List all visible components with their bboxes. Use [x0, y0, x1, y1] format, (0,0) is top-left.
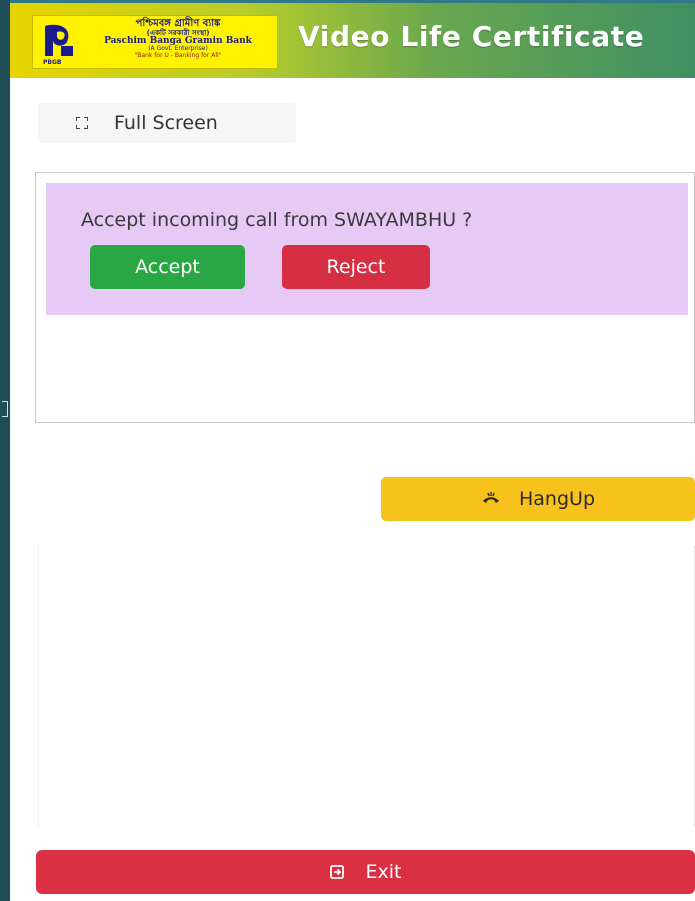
logo-bengali-name: পশ্চিমবঙ্গ গ্রামীণ ব্যাঙ্ক — [135, 18, 221, 29]
logo-text-block: পশ্চিমবঙ্গ গ্রামীণ ব্যাঙ্ক (একটি সরকারী … — [83, 18, 273, 59]
expand-icon — [76, 117, 88, 129]
page-title: Video Life Certificate — [298, 20, 645, 53]
incoming-call-panel: Accept incoming call from SWAYAMBHU ? Ac… — [35, 172, 695, 423]
incoming-call-alert: Accept incoming call from SWAYAMBHU ? Ac… — [46, 183, 688, 315]
logo-mark-text: PBGB — [43, 59, 62, 66]
hangup-label: HangUp — [519, 488, 595, 510]
exit-label: Exit — [365, 861, 402, 883]
incoming-call-prompt: Accept incoming call from SWAYAMBHU ? — [81, 209, 473, 231]
video-stream-area — [38, 545, 695, 827]
hangup-button[interactable]: HangUp — [381, 477, 695, 521]
app-header: PBGB পশ্চিমবঙ্গ গ্রামীণ ব্যাঙ্ক (একটি সর… — [10, 0, 695, 78]
logo-tagline: "Bank for U - Banking for All" — [134, 51, 222, 59]
collapse-handle-icon[interactable] — [2, 401, 8, 417]
fullscreen-label: Full Screen — [114, 112, 218, 134]
accept-label: Accept — [135, 256, 200, 278]
accept-call-button[interactable]: Accept — [90, 245, 245, 289]
exit-button[interactable]: Exit — [36, 850, 695, 894]
left-edge-bar — [0, 0, 10, 901]
phone-hangup-icon — [483, 492, 499, 503]
fullscreen-button[interactable]: Full Screen — [38, 103, 296, 143]
reject-label: Reject — [326, 256, 386, 278]
exit-icon — [329, 865, 344, 879]
reject-call-button[interactable]: Reject — [282, 245, 430, 289]
bank-logo: PBGB পশ্চিমবঙ্গ গ্রামীণ ব্যাঙ্ক (একটি সর… — [32, 15, 278, 69]
bank-logo-mark-icon: PBGB — [43, 24, 73, 66]
